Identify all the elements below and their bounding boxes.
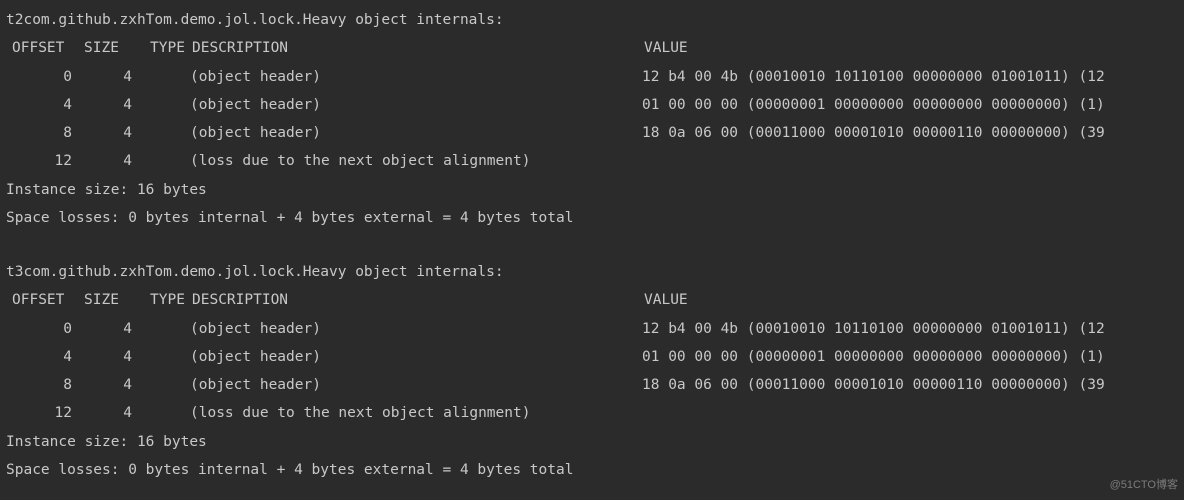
cell-type	[132, 371, 190, 399]
cell-description: (object header)	[190, 63, 642, 91]
cell-type	[132, 343, 190, 371]
cell-value: 12 b4 00 4b (00010010 10110100 00000000 …	[642, 315, 1105, 343]
cell-offset: 0	[4, 63, 72, 91]
header-size: SIZE	[74, 286, 134, 314]
table-row: 44 (object header)01 00 00 00 (00000001 0…	[4, 343, 1180, 371]
table-row: 44 (object header)01 00 00 00 (00000001 0…	[4, 91, 1180, 119]
cell-offset: 12	[4, 147, 72, 175]
table-row: 84 (object header)18 0a 06 00 (00011000 0…	[4, 119, 1180, 147]
object-internals-block: t2com.github.zxhTom.demo.jol.lock.Heavy …	[4, 6, 1180, 232]
cell-size: 4	[72, 91, 132, 119]
table-row: 124 (loss due to the next object alignmen…	[4, 147, 1180, 175]
cell-type	[132, 147, 190, 175]
header-description: DESCRIPTION	[192, 34, 644, 62]
cell-offset: 0	[4, 315, 72, 343]
cell-description: (object header)	[190, 343, 642, 371]
table-row: 124 (loss due to the next object alignmen…	[4, 399, 1180, 427]
space-losses: Space losses: 0 bytes internal + 4 bytes…	[4, 204, 1180, 232]
header-offset: OFFSET	[6, 286, 74, 314]
cell-size: 4	[72, 371, 132, 399]
header-type: TYPE	[134, 286, 192, 314]
cell-type	[132, 119, 190, 147]
cell-type	[132, 63, 190, 91]
cell-size: 4	[72, 399, 132, 427]
cell-value: 12 b4 00 4b (00010010 10110100 00000000 …	[642, 63, 1105, 91]
cell-description: (loss due to the next object alignment)	[190, 147, 642, 175]
cell-offset: 8	[4, 119, 72, 147]
cell-description: (object header)	[190, 91, 642, 119]
cell-value: 01 00 00 00 (00000001 00000000 00000000 …	[642, 91, 1105, 119]
cell-type	[132, 91, 190, 119]
block-title: t3com.github.zxhTom.demo.jol.lock.Heavy …	[4, 258, 1180, 286]
header-value: VALUE	[644, 286, 688, 314]
cell-offset: 4	[4, 91, 72, 119]
cell-type	[132, 399, 190, 427]
header-description: DESCRIPTION	[192, 286, 644, 314]
console-output: t2com.github.zxhTom.demo.jol.lock.Heavy …	[4, 6, 1180, 484]
block-title: t2com.github.zxhTom.demo.jol.lock.Heavy …	[4, 6, 1180, 34]
column-headers: OFFSETSIZETYPEDESCRIPTIONVALUE	[4, 286, 1180, 314]
table-row: 84 (object header)18 0a 06 00 (00011000 0…	[4, 371, 1180, 399]
cell-type	[132, 315, 190, 343]
header-value: VALUE	[644, 34, 688, 62]
cell-size: 4	[72, 63, 132, 91]
cell-offset: 4	[4, 343, 72, 371]
header-type: TYPE	[134, 34, 192, 62]
header-size: SIZE	[74, 34, 134, 62]
table-row: 04 (object header)12 b4 00 4b (00010010 1…	[4, 315, 1180, 343]
column-headers: OFFSETSIZETYPEDESCRIPTIONVALUE	[4, 34, 1180, 62]
cell-description: (object header)	[190, 119, 642, 147]
watermark-label: @51CTO博客	[1110, 475, 1178, 496]
cell-description: (object header)	[190, 371, 642, 399]
cell-value: 18 0a 06 00 (00011000 00001010 00000110 …	[642, 119, 1105, 147]
instance-size: Instance size: 16 bytes	[4, 176, 1180, 204]
cell-offset: 8	[4, 371, 72, 399]
cell-value: 01 00 00 00 (00000001 00000000 00000000 …	[642, 343, 1105, 371]
cell-description: (object header)	[190, 315, 642, 343]
object-internals-block: t3com.github.zxhTom.demo.jol.lock.Heavy …	[4, 258, 1180, 484]
cell-size: 4	[72, 343, 132, 371]
instance-size: Instance size: 16 bytes	[4, 428, 1180, 456]
header-offset: OFFSET	[6, 34, 74, 62]
table-row: 04 (object header)12 b4 00 4b (00010010 1…	[4, 63, 1180, 91]
cell-size: 4	[72, 147, 132, 175]
cell-description: (loss due to the next object alignment)	[190, 399, 642, 427]
cell-size: 4	[72, 315, 132, 343]
cell-offset: 12	[4, 399, 72, 427]
space-losses: Space losses: 0 bytes internal + 4 bytes…	[4, 456, 1180, 484]
cell-value: 18 0a 06 00 (00011000 00001010 00000110 …	[642, 371, 1105, 399]
cell-size: 4	[72, 119, 132, 147]
